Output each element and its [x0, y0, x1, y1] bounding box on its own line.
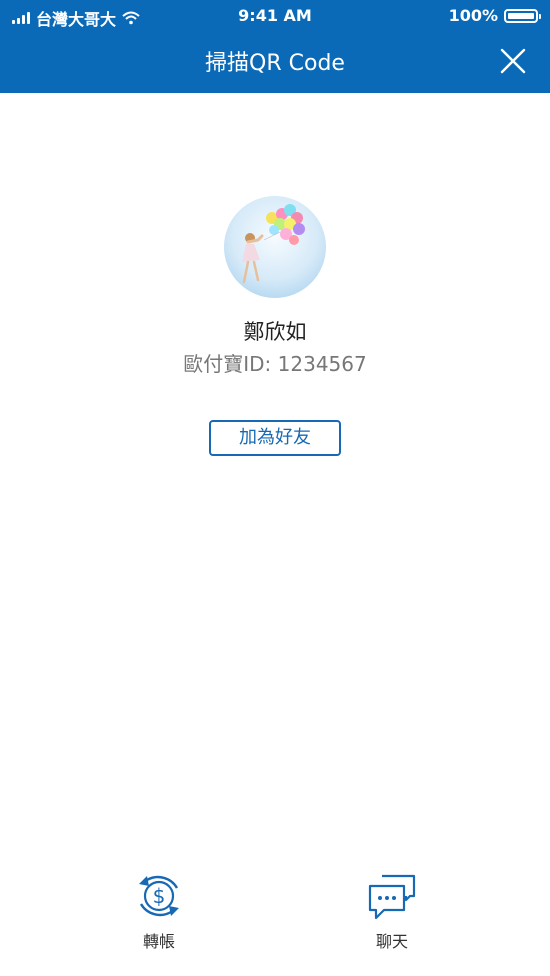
battery-fill — [508, 12, 534, 19]
battery-icon — [504, 8, 541, 23]
transfer-button[interactable]: $ 轉帳 — [99, 870, 219, 952]
chat-button[interactable]: 聊天 — [332, 870, 452, 952]
status-right: 100% — [448, 6, 541, 25]
user-id-value: 1234567 — [277, 352, 367, 376]
user-name: 鄭欣如 — [243, 320, 307, 344]
battery-percent: 100% — [448, 6, 498, 25]
user-id-label: 歐付寶ID: — [183, 352, 272, 376]
status-bar: 台灣大哥大 9:41 AM 100% — [0, 0, 550, 31]
user-id: 歐付寶ID: 1234567 — [0, 348, 550, 377]
chat-icon — [368, 874, 416, 920]
transfer-icon: $ — [139, 875, 179, 917]
page-title: 掃描QR Code — [205, 51, 345, 76]
chat-label: 聊天 — [375, 932, 408, 951]
close-icon[interactable] — [498, 46, 528, 76]
top-bar: 台灣大哥大 9:41 AM 100% 掃描QR Code — [0, 0, 550, 93]
add-friend-button[interactable]: 加為好友 — [209, 420, 341, 456]
transfer-label: 轉帳 — [142, 932, 175, 951]
svg-text:$: $ — [153, 884, 166, 908]
avatar-image — [224, 196, 326, 298]
avatar — [224, 196, 326, 298]
